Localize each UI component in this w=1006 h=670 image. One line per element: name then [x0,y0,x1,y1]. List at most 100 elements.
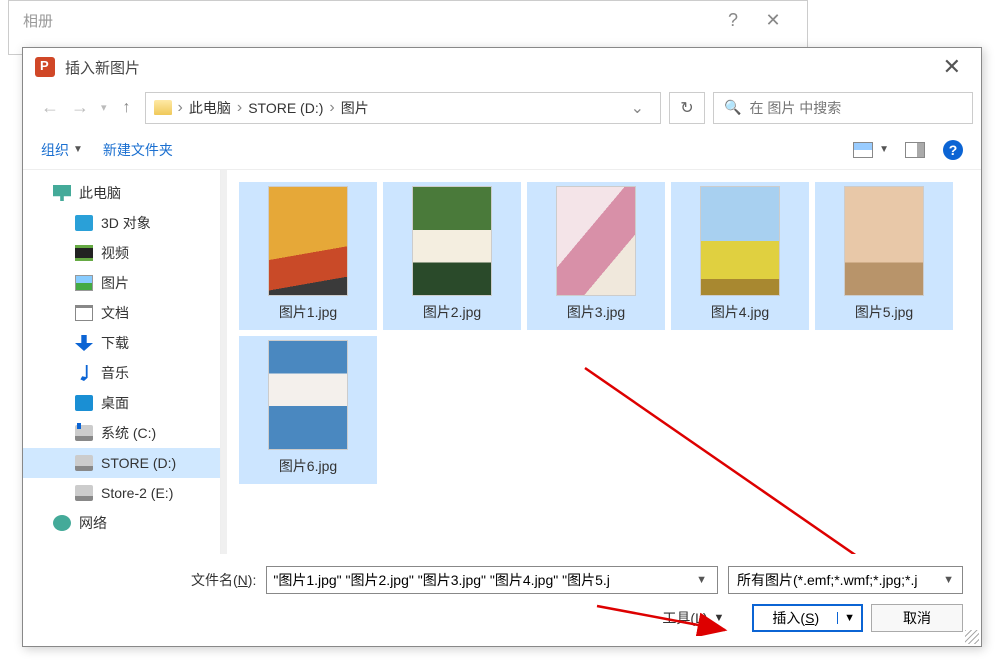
thumbnail [556,186,636,296]
folder-icon [154,100,172,115]
thumbnail [700,186,780,296]
tree-item[interactable]: STORE (D:) [23,448,220,478]
filename-input[interactable] [273,572,692,588]
breadcrumb-drop[interactable]: ⌄ [623,98,652,118]
tree-item-label: 此电脑 [79,183,121,203]
dialog-title-bar: 插入新图片 ✕ [23,48,981,86]
tree-item[interactable]: 图片 [23,268,220,298]
file-area[interactable]: 图片1.jpg 图片2.jpg 图片3.jpg 图片4.jpg 图片5.jpg 图片6.j… [227,170,981,554]
search-input[interactable] [749,100,962,116]
insert-button[interactable]: 插入(S) ▼ [752,604,863,632]
filename-label: 文件名(N): [41,570,256,590]
filename-row: 文件名(N): ▼ 所有图片(*.emf;*.wmf;*.jpg;*.j ▼ [41,566,963,594]
dialog-close-button[interactable]: ✕ [935,54,969,80]
ico-music-icon [75,365,93,381]
tools-link[interactable]: 工具(L) ▼ [662,608,724,628]
ico-pic-icon [75,275,93,291]
ico-pc-icon [53,185,71,201]
outer-help-button[interactable]: ? [713,10,753,31]
tree-item[interactable]: 系统 (C:) [23,418,220,448]
ico-down-icon [75,335,93,351]
breadcrumb[interactable]: › 此电脑 › STORE (D:) › 图片 ⌄ [145,92,661,124]
filter-label: 所有图片(*.emf;*.wmf;*.jpg;*.j [737,570,917,590]
file-label: 图片4.jpg [711,302,769,322]
thumbnail [268,340,348,450]
tree-item[interactable]: 音乐 [23,358,220,388]
file-item[interactable]: 图片3.jpg [527,182,665,330]
tree-item[interactable]: Store-2 (E:) [23,478,220,508]
file-label: 图片1.jpg [279,302,337,322]
insert-split-drop[interactable]: ▼ [837,612,861,624]
tree-item-label: 3D 对象 [101,213,151,233]
thumbnail [844,186,924,296]
chevron-right-icon[interactable]: › [176,99,185,117]
tree-item[interactable]: 桌面 [23,388,220,418]
filename-drop[interactable]: ▼ [692,574,711,586]
tree-item-label: STORE (D:) [101,455,176,471]
nav-up-button[interactable]: ↑ [123,99,131,117]
tree-item[interactable]: 此电脑 [23,178,220,208]
nav-history-drop[interactable]: ▾ [101,101,107,114]
tree-item-label: 图片 [101,273,129,293]
cancel-button[interactable]: 取消 [871,604,963,632]
file-label: 图片2.jpg [423,302,481,322]
ico-desk-icon [75,395,93,411]
filter-combo[interactable]: 所有图片(*.emf;*.wmf;*.jpg;*.j ▼ [728,566,963,594]
sidebar[interactable]: 此电脑 3D 对象视频图片文档下载音乐桌面系统 (C:) STORE (D:) Sto… [23,170,221,554]
file-item[interactable]: 图片6.jpg [239,336,377,484]
file-label: 图片3.jpg [567,302,625,322]
ico-doc-icon [75,305,93,321]
thumbnail [268,186,348,296]
tree-item-label: Store-2 (E:) [101,485,173,501]
tree-item[interactable]: 网络 [23,508,220,538]
chevron-right-icon[interactable]: › [235,99,244,117]
tree-item[interactable]: 文档 [23,298,220,328]
file-item[interactable]: 图片5.jpg [815,182,953,330]
file-item[interactable]: 图片4.jpg [671,182,809,330]
chevron-down-icon: ▼ [714,612,725,624]
thumbnail [412,186,492,296]
tree-item[interactable]: 视频 [23,238,220,268]
filter-drop[interactable]: ▼ [943,574,954,586]
toolbar: 组织 ▼ 新建文件夹 ▼ ? [23,130,981,170]
view-icon[interactable] [853,142,873,158]
preview-pane-icon[interactable] [905,142,925,158]
button-row: 工具(L) ▼ 插入(S) ▼ 取消 [41,604,963,632]
tree-item-label: 下载 [101,333,129,353]
file-label: 图片5.jpg [855,302,913,322]
tree-item-label: 桌面 [101,393,129,413]
ico-drive-c-icon [75,425,93,441]
search-box[interactable]: 🔍 [713,92,973,124]
dialog-title: 插入新图片 [65,57,140,78]
tree-item-label: 网络 [79,513,107,533]
refresh-button[interactable]: ↻ [669,92,705,124]
ico-video-icon [75,245,93,261]
organize-button[interactable]: 组织 ▼ [41,140,83,160]
ico-net-icon [53,515,71,531]
filename-combo[interactable]: ▼ [266,566,718,594]
tree-item-label: 音乐 [101,363,129,383]
nav-arrows: ← → ▾ [31,97,117,118]
nav-back-button[interactable]: ← [41,97,59,118]
file-item[interactable]: 图片1.jpg [239,182,377,330]
search-icon: 🔍 [724,99,741,116]
nav-forward-button[interactable]: → [71,97,89,118]
crumb-folder[interactable]: 图片 [337,98,373,118]
tree-item[interactable]: 下载 [23,328,220,358]
crumb-drive[interactable]: STORE (D:) [244,100,327,116]
powerpoint-icon [35,57,55,77]
crumb-pc[interactable]: 此电脑 [185,98,235,118]
footer: 文件名(N): ▼ 所有图片(*.emf;*.wmf;*.jpg;*.j ▼ 工… [23,554,981,646]
file-item[interactable]: 图片2.jpg [383,182,521,330]
tree-item[interactable]: 3D 对象 [23,208,220,238]
resize-grip[interactable] [965,630,979,644]
new-folder-button[interactable]: 新建文件夹 [103,140,173,160]
outer-close-button[interactable]: ✕ [753,10,793,31]
annotation-arrow [577,360,887,554]
ico-3d-icon [75,215,93,231]
nav-bar: ← → ▾ ↑ › 此电脑 › STORE (D:) › 图片 ⌄ ↻ 🔍 [23,86,981,130]
view-drop[interactable]: ▼ [879,144,889,155]
chevron-right-icon[interactable]: › [327,99,336,117]
help-icon[interactable]: ? [943,140,963,160]
file-dialog: 插入新图片 ✕ ← → ▾ ↑ › 此电脑 › STORE (D:) › 图片 … [22,47,982,647]
